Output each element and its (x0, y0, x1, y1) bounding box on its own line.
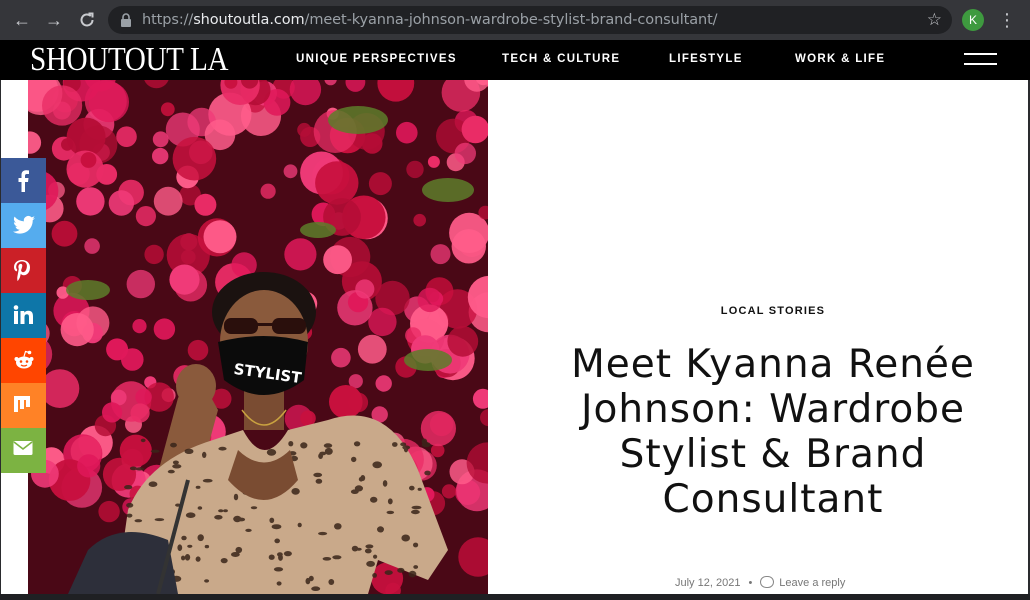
browser-toolbar: ← → https://shoutoutla.com/meet-kyanna-j… (0, 0, 1030, 40)
share-facebook-button[interactable] (0, 158, 46, 203)
nav-lifestyle[interactable]: LIFESTYLE (669, 53, 743, 65)
url-text[interactable]: https://shoutoutla.com/meet-kyanna-johns… (142, 12, 718, 28)
article-meta: July 12, 2021 • Leave a reply (675, 576, 845, 589)
address-bar[interactable]: https://shoutoutla.com/meet-kyanna-johns… (108, 6, 952, 34)
article-category[interactable]: LOCAL STORIES (488, 305, 1030, 317)
reload-icon[interactable] (77, 10, 97, 30)
hero-photo-illustration: STYLIST (28, 80, 488, 594)
bookmark-star-icon[interactable]: ☆ (927, 9, 942, 31)
share-email-button[interactable] (0, 428, 46, 473)
browser-menu-icon[interactable]: ⋮ (998, 9, 1016, 31)
email-icon (13, 441, 33, 455)
share-twitter-button[interactable] (0, 203, 46, 248)
article-page: STYLIST LOCAL STORIES Meet Kyanna Renée … (1, 80, 1028, 594)
leave-reply-link[interactable]: Leave a reply (779, 577, 845, 589)
comment-bubble-icon[interactable] (760, 576, 775, 588)
hero-photo: STYLIST (28, 80, 488, 594)
article-header: LOCAL STORIES Meet Kyanna Renée Johnson:… (488, 80, 1028, 594)
share-mix-button[interactable] (0, 383, 46, 428)
article-title: Meet Kyanna Renée Johnson: Wardrobe Styl… (571, 342, 975, 522)
url-scheme: https:// (142, 12, 194, 28)
lock-icon (120, 13, 132, 27)
share-reddit-button[interactable] (0, 338, 46, 383)
nav-tech-culture[interactable]: TECH & CULTURE (502, 53, 620, 65)
share-pinterest-button[interactable] (0, 248, 46, 293)
window-edge-left (0, 80, 1, 594)
article-date[interactable]: July 12, 2021 (675, 577, 740, 589)
facebook-icon (18, 170, 29, 192)
pinterest-icon (14, 260, 30, 281)
meta-separator: • (748, 577, 753, 589)
window-edge-bottom (0, 594, 1030, 600)
nav-unique-perspectives[interactable]: UNIQUE PERSPECTIVES (296, 53, 457, 65)
linkedin-icon (13, 305, 33, 324)
site-logo[interactable]: SHOUTOUT LA (30, 41, 228, 79)
twitter-icon (13, 215, 35, 234)
reddit-icon (14, 350, 34, 369)
profile-avatar[interactable]: K (962, 9, 984, 31)
share-linkedin-button[interactable] (0, 293, 46, 338)
forward-arrow-icon[interactable]: → (44, 10, 64, 30)
url-domain: shoutoutla.com (193, 12, 305, 28)
hamburger-menu-icon[interactable] (964, 53, 997, 65)
back-arrow-icon[interactable]: ← (12, 10, 32, 30)
site-header: SHOUTOUT LA UNIQUE PERSPECTIVES TECH & C… (0, 40, 1030, 80)
url-path: /meet-kyanna-johnson-wardrobe-stylist-br… (304, 12, 718, 28)
mix-icon (14, 396, 30, 412)
nav-work-life[interactable]: WORK & LIFE (795, 53, 885, 65)
